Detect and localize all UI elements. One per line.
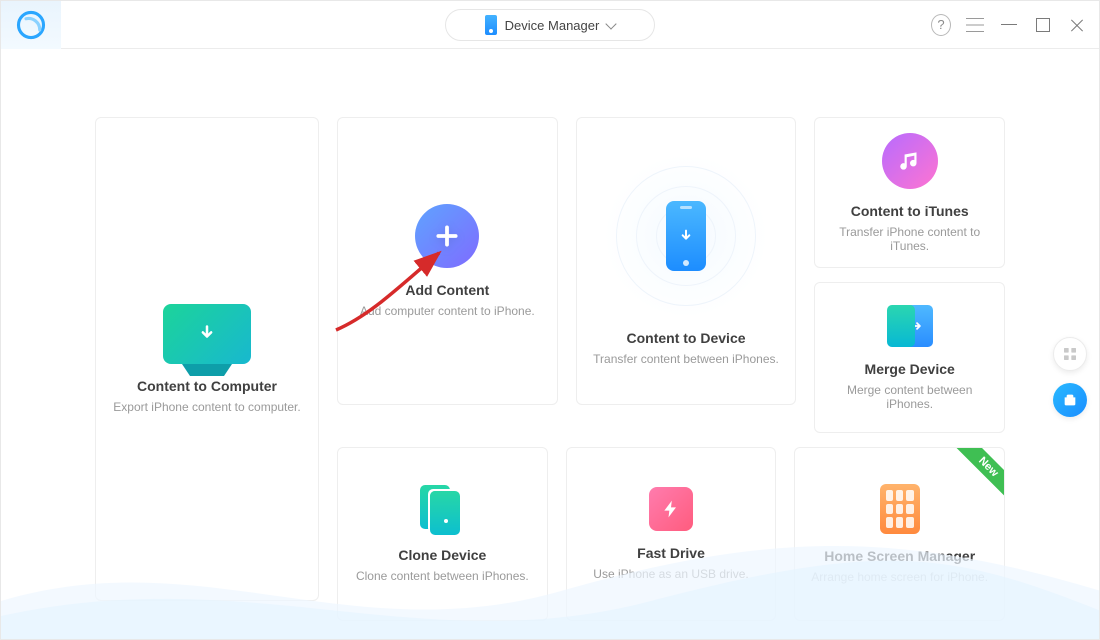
help-icon: ?	[931, 14, 951, 36]
card-title: Content to Computer	[137, 378, 277, 394]
row-top: Add Content Add computer content to iPho…	[337, 117, 1005, 433]
menu-button[interactable]	[965, 15, 985, 35]
minimize-icon	[1001, 24, 1017, 25]
fab-toolbox[interactable]	[1053, 383, 1087, 417]
device-manager-dropdown[interactable]: Device Manager	[445, 9, 655, 41]
left-column: Content to Computer Export iPhone conten…	[95, 117, 319, 601]
radar-phone-icon	[606, 156, 766, 316]
itunes-icon	[882, 133, 938, 189]
app-window: Device Manager ? Content to Com	[0, 0, 1100, 640]
home-screen-icon	[880, 484, 920, 534]
grid-icon	[1062, 346, 1078, 362]
stack-itunes-merge: Content to iTunes Transfer iPhone conten…	[814, 117, 1005, 433]
card-title: Merge Device	[865, 361, 955, 377]
card-title: Add Content	[405, 282, 489, 298]
fast-drive-icon	[649, 487, 693, 531]
phone-icon	[485, 15, 497, 35]
app-logo	[1, 1, 61, 49]
maximize-button[interactable]	[1033, 15, 1053, 35]
title-bar: Device Manager ?	[1, 1, 1099, 49]
card-desc: Clone content between iPhones.	[356, 569, 529, 583]
card-desc: Use iPhone as an USB drive.	[593, 567, 748, 581]
close-button[interactable]	[1067, 15, 1087, 35]
row-bottom: Clone Device Clone content between iPhon…	[337, 447, 1005, 621]
card-desc: Transfer content between iPhones.	[593, 352, 779, 366]
device-dropdown-label: Device Manager	[505, 18, 600, 33]
merge-device-icon	[887, 305, 933, 347]
card-title: Home Screen Manager	[824, 548, 975, 564]
card-desc: Add computer content to iPhone.	[360, 304, 535, 318]
chevron-down-icon	[606, 18, 617, 29]
window-controls: ?	[931, 15, 1087, 35]
maximize-icon	[1036, 18, 1050, 32]
right-column: Add Content Add computer content to iPho…	[337, 117, 1005, 601]
card-add-content[interactable]: Add Content Add computer content to iPho…	[337, 117, 558, 405]
card-content-to-itunes[interactable]: Content to iTunes Transfer iPhone conten…	[814, 117, 1005, 268]
monitor-download-icon	[163, 304, 251, 364]
card-fast-drive[interactable]: Fast Drive Use iPhone as an USB drive.	[566, 447, 777, 621]
minimize-button[interactable]	[999, 15, 1019, 35]
card-layout: Content to Computer Export iPhone conten…	[95, 117, 1005, 601]
card-content-to-device[interactable]: Content to Device Transfer content betwe…	[576, 117, 797, 405]
card-desc: Merge content between iPhones.	[829, 383, 990, 411]
card-desc: Export iPhone content to computer.	[113, 400, 300, 414]
card-home-screen-manager[interactable]: New Home Screen Manager Arrange home scr…	[794, 447, 1005, 621]
card-desc: Transfer iPhone content to iTunes.	[829, 225, 990, 253]
fab-grid-view[interactable]	[1053, 337, 1087, 371]
menu-icon	[966, 18, 984, 32]
card-title: Fast Drive	[637, 545, 705, 561]
card-content-to-computer[interactable]: Content to Computer Export iPhone conten…	[95, 117, 319, 601]
clone-device-icon	[420, 485, 464, 533]
card-desc: Arrange home screen for iPhone.	[811, 570, 988, 584]
card-clone-device[interactable]: Clone Device Clone content between iPhon…	[337, 447, 548, 621]
new-ribbon: New	[953, 447, 1005, 503]
card-title: Content to Device	[627, 330, 746, 346]
help-button[interactable]: ?	[931, 15, 951, 35]
card-title: Content to iTunes	[851, 203, 969, 219]
card-merge-device[interactable]: Merge Device Merge content between iPhon…	[814, 282, 1005, 433]
app-logo-icon	[16, 10, 46, 40]
main-area: Content to Computer Export iPhone conten…	[1, 49, 1099, 640]
plus-circle-icon	[415, 204, 479, 268]
close-icon	[1069, 17, 1085, 33]
toolbox-icon	[1062, 392, 1078, 408]
card-title: Clone Device	[398, 547, 486, 563]
